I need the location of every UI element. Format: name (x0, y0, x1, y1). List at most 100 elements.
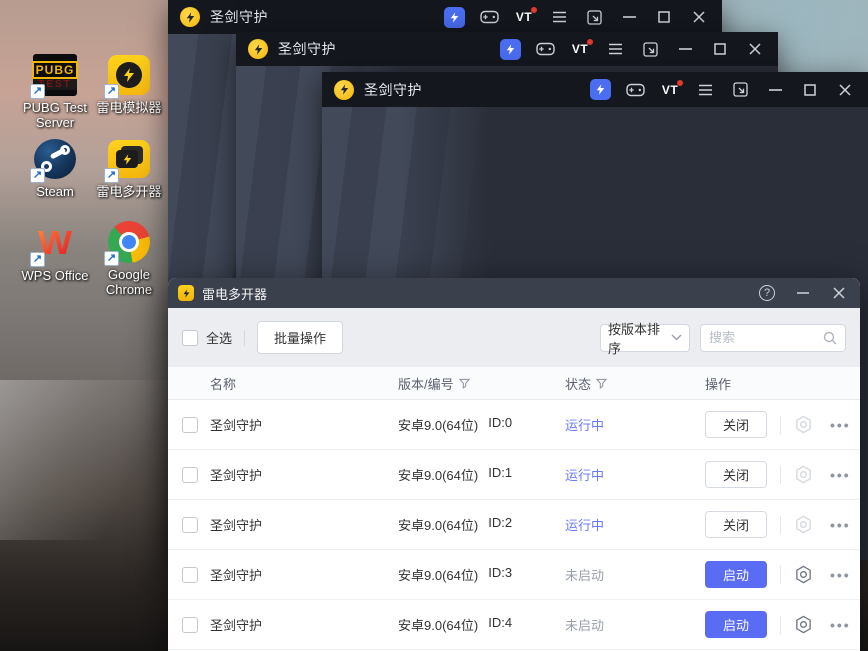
gamepad-icon[interactable] (624, 79, 646, 101)
instance-name: 圣剑守护 (210, 568, 263, 583)
column-header-status[interactable]: 状态 (565, 374, 705, 393)
filter-icon[interactable] (596, 378, 608, 389)
vt-button[interactable]: VT (659, 79, 683, 101)
desktop-icon-ldplayer[interactable]: ↗ 雷电模拟器 (86, 54, 172, 115)
divider (780, 565, 781, 584)
settings-gear-icon[interactable] (794, 515, 813, 534)
settings-gear-icon[interactable] (794, 615, 813, 634)
instance-name: 圣剑守护 (210, 418, 263, 433)
gamepad-icon[interactable] (478, 6, 500, 28)
vt-button[interactable]: VT (513, 6, 537, 28)
minimize-button[interactable] (618, 6, 640, 28)
stop-button[interactable]: 关闭 (705, 511, 767, 538)
minimize-button[interactable] (674, 38, 696, 60)
desktop-icon-label: 雷电多开器 (96, 184, 162, 199)
minimize-button[interactable] (764, 79, 786, 101)
instance-id: ID:3 (488, 565, 513, 580)
popout-icon[interactable] (583, 6, 605, 28)
column-header-name[interactable]: 名称 (210, 374, 398, 393)
more-options-icon[interactable]: ••• (830, 468, 851, 482)
menu-icon[interactable] (604, 38, 626, 60)
status-badge: 运行中 (565, 468, 605, 483)
maximize-button[interactable] (709, 38, 731, 60)
search-icon (823, 331, 837, 344)
desktop-icon-google-chrome[interactable]: ↗ Google Chrome (86, 221, 172, 297)
popout-icon[interactable] (639, 38, 661, 60)
instance-row: 圣剑守护 安卓9.0(64位) ID:2 运行中 关闭 ••• (168, 500, 860, 550)
close-button[interactable] (688, 6, 710, 28)
column-header-version[interactable]: 版本/编号 (398, 374, 565, 393)
divider (780, 415, 781, 434)
row-checkbox[interactable] (182, 616, 198, 633)
close-button[interactable] (828, 282, 850, 304)
desktop-icon-ld-multi-opener[interactable]: ↗ 雷电多开器 (86, 138, 172, 199)
maximize-button[interactable] (653, 6, 675, 28)
settings-gear-icon[interactable] (794, 465, 813, 484)
lightning-icon (443, 6, 465, 28)
instance-row: 圣剑守护 安卓9.0(64位) ID:0 运行中 关闭 ••• (168, 400, 860, 450)
settings-gear-icon[interactable] (794, 565, 813, 584)
start-button[interactable]: 启动 (705, 561, 767, 588)
more-options-icon[interactable]: ••• (830, 618, 851, 632)
manager-toolbar: 全选 批量操作 按版本排序 (168, 308, 860, 367)
ldplayer-icon: ↗ (104, 54, 151, 99)
boost-button[interactable] (499, 38, 521, 60)
instance-version: 安卓9.0(64位) (398, 568, 479, 583)
menu-icon[interactable] (548, 6, 570, 28)
select-all-label: 全选 (206, 331, 233, 346)
minimize-button[interactable] (792, 282, 814, 304)
menu-icon[interactable] (694, 79, 716, 101)
more-options-icon[interactable]: ••• (830, 418, 851, 432)
vt-button[interactable]: VT (569, 38, 593, 60)
close-button[interactable] (834, 79, 856, 101)
select-all-checkbox[interactable] (182, 329, 198, 346)
row-checkbox[interactable] (182, 566, 198, 583)
row-checkbox[interactable] (182, 466, 198, 483)
multi-opener-icon: ↗ (104, 138, 151, 183)
settings-gear-icon[interactable] (794, 415, 813, 434)
popout-icon[interactable] (729, 79, 751, 101)
ldplayer-logo-icon (334, 79, 354, 100)
gamepad-icon[interactable] (534, 38, 556, 60)
window-title: 圣剑守护 (364, 81, 422, 98)
manager-titlebar[interactable]: 雷电多开器 ? (168, 278, 860, 308)
boost-button[interactable] (589, 79, 611, 101)
instance-version: 安卓9.0(64位) (398, 518, 479, 533)
help-button[interactable]: ? (756, 282, 778, 304)
divider (780, 465, 781, 484)
search-box[interactable] (700, 323, 846, 352)
start-button[interactable]: 启动 (705, 611, 767, 638)
divider (780, 515, 781, 534)
pubg-icon: PUBG TEST ↗ (30, 54, 79, 99)
more-options-icon[interactable]: ••• (830, 518, 851, 532)
emulator-3-titlebar[interactable]: 圣剑守护 VT (322, 72, 868, 107)
stop-button[interactable]: 关闭 (705, 461, 767, 488)
instance-id: ID:4 (488, 615, 513, 630)
maximize-button[interactable] (799, 79, 821, 101)
close-button[interactable] (744, 38, 766, 60)
row-checkbox[interactable] (182, 516, 198, 533)
more-options-icon[interactable]: ••• (830, 568, 851, 582)
shortcut-arrow-icon: ↗ (30, 252, 45, 267)
filter-icon[interactable] (458, 378, 470, 389)
notification-dot (587, 39, 593, 45)
sort-dropdown[interactable]: 按版本排序 (600, 322, 690, 356)
window-title: 圣剑守护 (210, 9, 268, 25)
wps-icon: W ↗ (30, 222, 77, 267)
boost-button[interactable] (443, 6, 465, 28)
multi-opener-logo-icon (178, 285, 194, 301)
emulator-1-titlebar[interactable]: 圣剑守护 VT (168, 0, 722, 34)
divider (244, 329, 246, 346)
instance-name: 圣剑守护 (210, 518, 263, 533)
help-icon: ? (759, 285, 775, 301)
row-checkbox[interactable] (182, 416, 198, 433)
vt-label: VT (661, 82, 679, 97)
lightning-icon (499, 38, 521, 60)
stop-button[interactable]: 关闭 (705, 411, 767, 438)
notification-dot (531, 7, 537, 13)
steam-icon: ↗ (30, 138, 77, 183)
search-input[interactable] (709, 330, 823, 345)
batch-operations-button[interactable]: 批量操作 (257, 321, 344, 354)
desktop-icon-label: WPS Office (21, 268, 89, 283)
emulator-2-titlebar[interactable]: 圣剑守护 VT (236, 32, 778, 66)
